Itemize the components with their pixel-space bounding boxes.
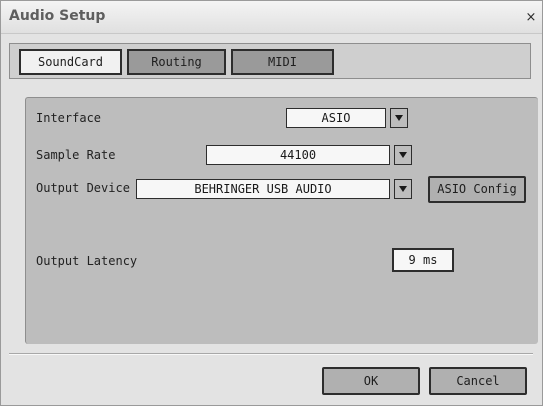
chevron-down-icon[interactable]	[394, 145, 412, 165]
interface-dropdown[interactable]: ASIO	[286, 108, 414, 128]
tab-soundcard[interactable]: SoundCard	[19, 49, 122, 75]
tab-routing[interactable]: Routing	[127, 49, 226, 75]
output-latency-label: Output Latency	[36, 254, 138, 268]
tab-midi[interactable]: MIDI	[231, 49, 334, 75]
tab-bar: SoundCard Routing MIDI	[9, 43, 531, 79]
interface-label: Interface	[36, 111, 102, 125]
output-device-value[interactable]: BEHRINGER USB AUDIO	[136, 179, 390, 199]
window-title: Audio Setup	[9, 8, 106, 24]
footer-divider	[9, 353, 533, 355]
asio-config-button[interactable]: ASIO Config	[428, 176, 526, 203]
output-device-label: Output Device	[36, 181, 130, 195]
chevron-down-icon[interactable]	[390, 108, 408, 128]
title-bar[interactable]: Audio Setup ×	[1, 1, 542, 34]
sample-rate-value[interactable]: 44100	[206, 145, 390, 165]
output-device-dropdown[interactable]: BEHRINGER USB AUDIO	[136, 179, 416, 199]
chevron-down-icon[interactable]	[394, 179, 412, 199]
cancel-button[interactable]: Cancel	[429, 367, 527, 395]
close-icon[interactable]: ×	[524, 10, 538, 26]
interface-value[interactable]: ASIO	[286, 108, 386, 128]
soundcard-panel: Interface ASIO Sample Rate 44100 Output …	[25, 97, 538, 344]
sample-rate-dropdown[interactable]: 44100	[206, 145, 416, 165]
output-latency-value: 9 ms	[392, 248, 454, 272]
audio-setup-window: Audio Setup × SoundCard Routing MIDI Int…	[0, 0, 543, 406]
ok-button[interactable]: OK	[322, 367, 420, 395]
sample-rate-label: Sample Rate	[36, 148, 116, 162]
